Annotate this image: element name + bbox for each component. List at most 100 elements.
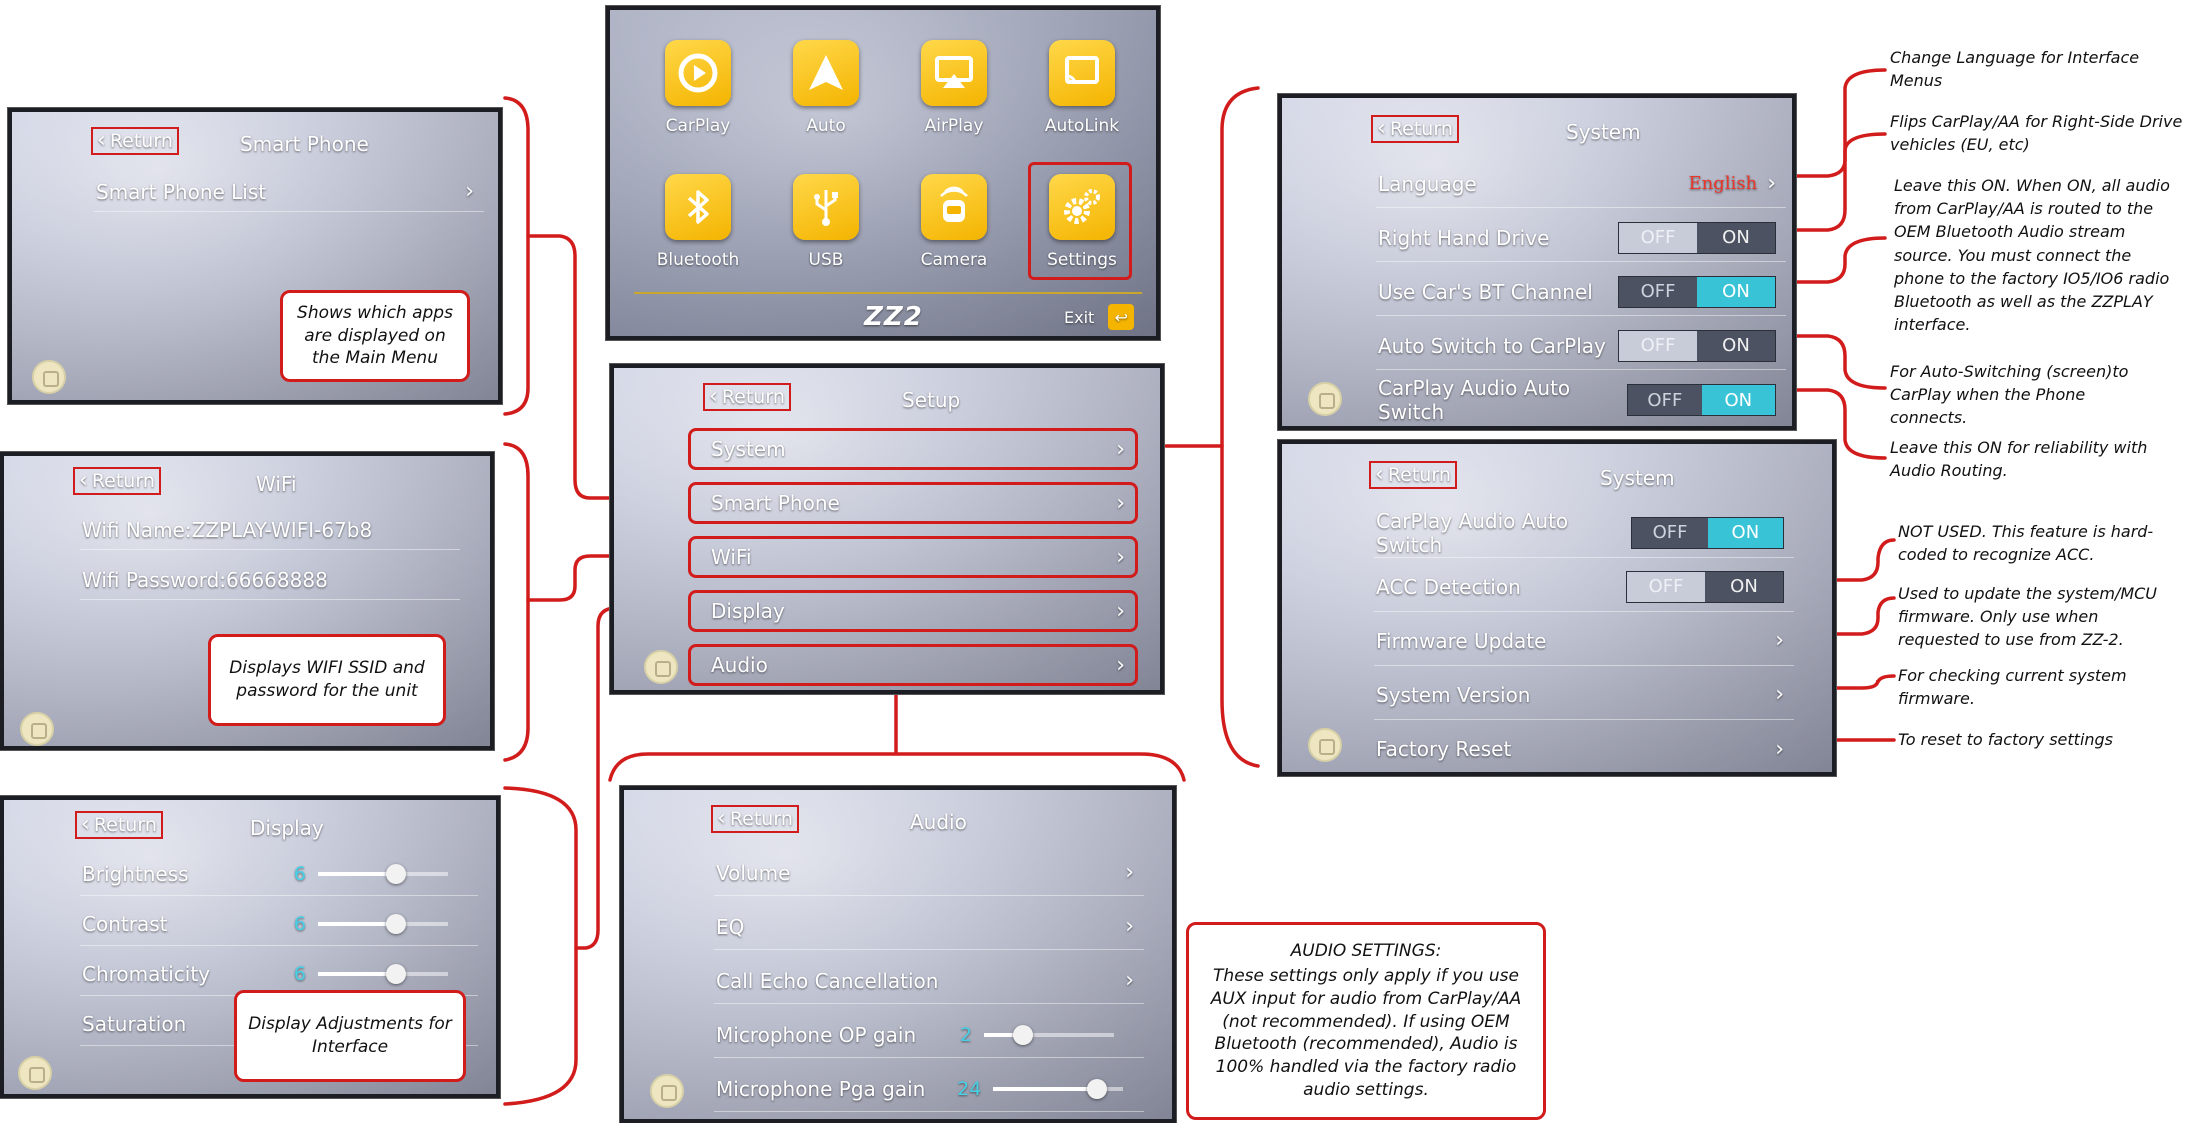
return-label: Return <box>729 808 793 830</box>
return-button[interactable]: ‹ Return <box>73 467 161 495</box>
note-reset: To reset to factory settings <box>1898 730 2114 749</box>
mic-pga-gain-row: Microphone Pga gain 24 <box>714 1066 1144 1112</box>
return-button[interactable]: ‹ Return <box>91 127 179 155</box>
slider-track[interactable] <box>984 1024 1115 1045</box>
wifi-password-row: Wifi Password:66668888 <box>80 560 460 600</box>
app-bluetooth[interactable]: Bluetooth <box>642 174 754 270</box>
chevron-right-icon: › <box>1116 544 1125 570</box>
carplay-audio-auto-switch-toggle[interactable]: OFF ON <box>1627 384 1776 416</box>
home-button[interactable] <box>650 1074 684 1108</box>
bt-channel-toggle[interactable]: OFF ON <box>1618 275 1776 308</box>
setup-item-label: System <box>711 437 786 461</box>
exit-button[interactable]: Exit ↩ <box>1064 304 1135 330</box>
slider-knob[interactable] <box>386 963 406 984</box>
slider-knob[interactable] <box>1087 1078 1108 1099</box>
home-button[interactable] <box>18 1056 52 1090</box>
mic-pga-value: 24 <box>957 1077 982 1100</box>
home-button[interactable] <box>1308 728 1342 762</box>
language-row[interactable]: Language English › <box>1376 160 1786 208</box>
wifi-password: Wifi Password:66668888 <box>82 567 328 592</box>
system-item-label: Factory Reset <box>1376 737 1512 761</box>
chromaticity-label: Chromaticity <box>82 961 211 986</box>
toggle-label: CarPlay Audio Auto Switch <box>1378 376 1571 424</box>
setup-item-audio[interactable]: Audio › <box>688 644 1138 686</box>
app-auto[interactable]: Auto <box>770 40 882 136</box>
return-button[interactable]: ‹ Return <box>1369 461 1457 489</box>
screen-title: WiFi <box>256 472 297 496</box>
carplay-audio-auto-switch-toggle[interactable]: OFF ON <box>1631 516 1784 549</box>
screen-title: Audio <box>910 810 967 834</box>
slider-track[interactable] <box>993 1078 1124 1099</box>
slider-knob[interactable] <box>386 913 406 934</box>
setup-item-smart-phone[interactable]: Smart Phone › <box>688 482 1138 524</box>
app-label: Camera <box>920 250 988 270</box>
contrast-slider[interactable]: 6 <box>280 913 448 935</box>
screen-title: System <box>1600 466 1675 490</box>
exit-icon: ↩ <box>1108 304 1135 330</box>
chevron-right-icon: › <box>1116 652 1125 678</box>
brightness-row: Brightness 6 <box>80 852 478 896</box>
setup-item-display[interactable]: Display › <box>688 590 1138 632</box>
audio-item-label: Volume <box>716 860 791 885</box>
home-button[interactable] <box>1308 382 1342 416</box>
return-label: Return <box>93 814 157 836</box>
return-button[interactable]: ‹ Return <box>711 805 799 833</box>
app-carplay[interactable]: CarPlay <box>642 40 754 136</box>
app-camera[interactable]: Camera <box>898 174 1010 270</box>
audio-item-echo-cancellation[interactable]: Call Echo Cancellation › <box>714 958 1144 1004</box>
audio-callout-text: These settings only apply if you use AUX… <box>1210 965 1522 1101</box>
smart-phone-list-label: Smart Phone List <box>96 179 267 204</box>
contrast-value: 6 <box>293 912 306 935</box>
app-autolink[interactable]: AutoLink <box>1026 40 1138 136</box>
audio-item-eq[interactable]: EQ › <box>714 904 1144 950</box>
carplay-audio-auto-switch-row: CarPlay Audio Auto Switch OFF ON <box>1376 376 1786 424</box>
slider-track[interactable] <box>318 963 448 984</box>
slider-track[interactable] <box>318 913 448 934</box>
mic-pga-slider[interactable]: 24 <box>955 1077 1124 1100</box>
setup-item-wifi[interactable]: WiFi › <box>688 536 1138 578</box>
chromaticity-slider[interactable]: 6 <box>280 963 448 985</box>
contrast-label: Contrast <box>82 911 168 936</box>
app-airplay[interactable]: AirPlay <box>898 40 1010 136</box>
brightness-label: Brightness <box>82 861 189 886</box>
home-button[interactable] <box>644 650 678 684</box>
return-button[interactable]: ‹ Return <box>703 383 791 411</box>
autolink-icon <box>1049 40 1115 106</box>
setup-item-system[interactable]: System › <box>688 428 1138 470</box>
home-button[interactable] <box>20 712 54 746</box>
system-version-row[interactable]: System Version › <box>1374 670 1794 720</box>
right-hand-drive-toggle[interactable]: OFF ON <box>1618 221 1776 254</box>
saturation-label: Saturation <box>82 1011 187 1036</box>
brightness-slider[interactable]: 6 <box>280 863 448 885</box>
contrast-row: Contrast 6 <box>80 902 478 946</box>
chevron-right-icon: › <box>1116 436 1125 462</box>
audio-settings-callout: AUDIO SETTINGS: These settings only appl… <box>1186 922 1546 1120</box>
slider-knob[interactable] <box>1013 1024 1034 1045</box>
screen-title: Setup <box>902 388 961 412</box>
toggle-label: Use Car's BT Channel <box>1378 279 1593 304</box>
app-label: Auto <box>806 116 846 136</box>
mic-op-slider[interactable]: 2 <box>946 1024 1115 1046</box>
slider-track[interactable] <box>318 863 448 884</box>
chromaticity-value: 6 <box>293 962 306 985</box>
app-label: CarPlay <box>665 116 731 136</box>
system-screen-1: ‹ Return System Language English › Right … <box>1278 94 1796 430</box>
audio-item-volume[interactable]: Volume › <box>714 850 1144 896</box>
auto-switch-carplay-row: Auto Switch to CarPlay OFF ON <box>1376 322 1786 370</box>
chevron-right-icon: › <box>1116 598 1125 624</box>
slider-knob[interactable] <box>386 863 406 884</box>
note-acc: NOT USED. This feature is hard-coded to … <box>1898 522 2154 565</box>
home-button[interactable] <box>32 360 66 394</box>
smart-phone-list-item[interactable]: Smart Phone List › <box>94 172 484 212</box>
chevron-right-icon: › <box>1775 736 1784 762</box>
factory-reset-row[interactable]: Factory Reset › <box>1374 724 1794 772</box>
firmware-update-row[interactable]: Firmware Update › <box>1374 616 1794 666</box>
auto-switch-carplay-toggle[interactable]: OFF ON <box>1618 329 1776 362</box>
return-button[interactable]: ‹ Return <box>75 811 163 839</box>
app-usb[interactable]: USB <box>770 174 882 270</box>
carplay-icon <box>665 40 731 106</box>
return-button[interactable]: ‹ Return <box>1371 115 1459 143</box>
mic-op-gain-row: Microphone OP gain 2 <box>714 1012 1144 1058</box>
note-firmware: Used to update the system/MCU firmware. … <box>1898 584 2158 650</box>
acc-detection-toggle[interactable]: OFF ON <box>1626 570 1784 603</box>
